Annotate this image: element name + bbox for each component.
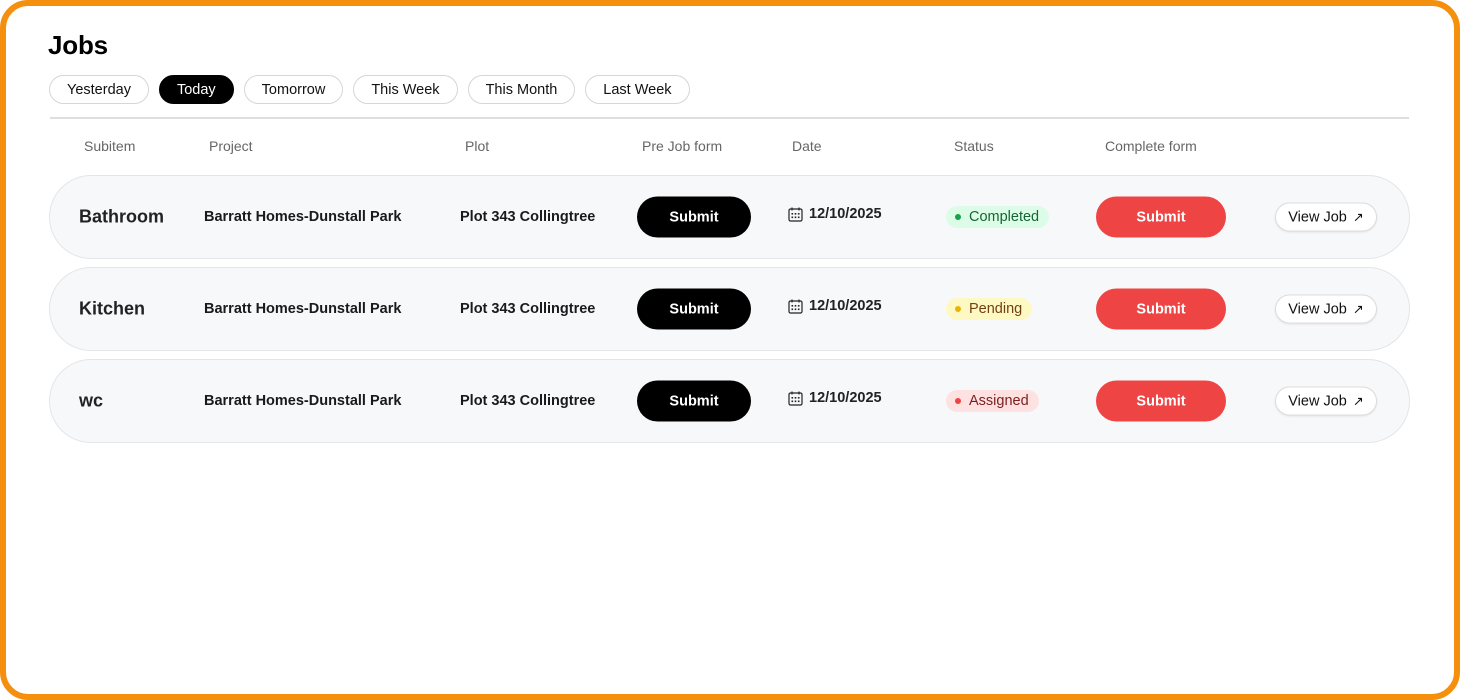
status-label: Completed (969, 209, 1040, 225)
subitem-name: Kitchen (79, 298, 146, 319)
project-name: Barratt Homes-Dunstall Park (204, 209, 402, 225)
view-job-label: View Job (1288, 393, 1347, 409)
pre-job-submit-button[interactable]: Submit (637, 196, 751, 238)
status-label: Pending (969, 301, 1023, 317)
date-text: 12/10/2025 (809, 298, 882, 314)
status-dot-icon (955, 214, 961, 220)
divider (50, 117, 1409, 119)
filter-tomorrow[interactable]: Tomorrow (243, 75, 344, 104)
project-name: Barratt Homes-Dunstall Park (204, 301, 402, 317)
complete-form-submit-button[interactable]: Submit (1096, 380, 1226, 422)
filter-last-week[interactable]: Last Week (585, 75, 690, 104)
calendar-icon (788, 391, 803, 406)
plot-name: Plot 343 Collingtree (460, 209, 596, 225)
status-badge: Assigned (946, 390, 1039, 412)
pre-job-submit-button[interactable]: Submit (637, 288, 751, 330)
arrow-up-right-icon: ↗ (1352, 393, 1364, 408)
job-date: 12/10/2025 (788, 206, 882, 222)
status-badge: Completed (946, 206, 1050, 228)
column-header-project: Project (209, 138, 253, 154)
pre-job-submit-button[interactable]: Submit (637, 380, 751, 422)
arrow-up-right-icon: ↗ (1352, 209, 1364, 224)
view-job-label: View Job (1288, 209, 1347, 225)
project-name: Barratt Homes-Dunstall Park (204, 393, 402, 409)
date-text: 12/10/2025 (809, 390, 882, 406)
view-job-button[interactable]: View Job ↗ (1275, 202, 1377, 232)
filter-this-month[interactable]: This Month (467, 75, 576, 104)
date-filter-bar: Yesterday Today Tomorrow This Week This … (49, 75, 700, 104)
table-row: Bathroom Barratt Homes-Dunstall Park Plo… (49, 175, 1410, 259)
table-header: Subitem Project Plot Pre Job form Date S… (0, 138, 1460, 158)
column-header-status: Status (954, 138, 994, 154)
plot-name: Plot 343 Collingtree (460, 393, 596, 409)
table-row: wc Barratt Homes-Dunstall Park Plot 343 … (49, 359, 1410, 443)
column-header-date: Date (792, 138, 822, 154)
status-dot-icon (955, 306, 961, 312)
view-job-button[interactable]: View Job ↗ (1275, 386, 1377, 416)
column-header-complete-form: Complete form (1105, 138, 1197, 154)
complete-form-submit-button[interactable]: Submit (1096, 196, 1226, 238)
plot-name: Plot 343 Collingtree (460, 301, 596, 317)
job-date: 12/10/2025 (788, 298, 882, 314)
calendar-icon (788, 299, 803, 314)
complete-form-submit-button[interactable]: Submit (1096, 288, 1226, 330)
calendar-icon (788, 207, 803, 222)
date-text: 12/10/2025 (809, 206, 882, 222)
page-title: Jobs (48, 30, 108, 60)
subitem-name: wc (79, 390, 104, 411)
subitem-name: Bathroom (79, 206, 164, 227)
filter-today[interactable]: Today (158, 75, 234, 104)
filter-this-week[interactable]: This Week (353, 75, 458, 104)
filter-yesterday[interactable]: Yesterday (49, 75, 149, 104)
arrow-up-right-icon: ↗ (1352, 301, 1364, 316)
status-badge: Pending (946, 298, 1033, 320)
table-row: Kitchen Barratt Homes-Dunstall Park Plot… (49, 267, 1410, 351)
status-dot-icon (955, 398, 961, 404)
job-date: 12/10/2025 (788, 390, 882, 406)
column-header-plot: Plot (465, 138, 490, 154)
column-header-subitem: Subitem (84, 138, 136, 154)
status-label: Assigned (969, 393, 1029, 409)
view-job-label: View Job (1288, 301, 1347, 317)
view-job-button[interactable]: View Job ↗ (1275, 294, 1377, 324)
column-header-pre-job-form: Pre Job form (642, 138, 723, 154)
